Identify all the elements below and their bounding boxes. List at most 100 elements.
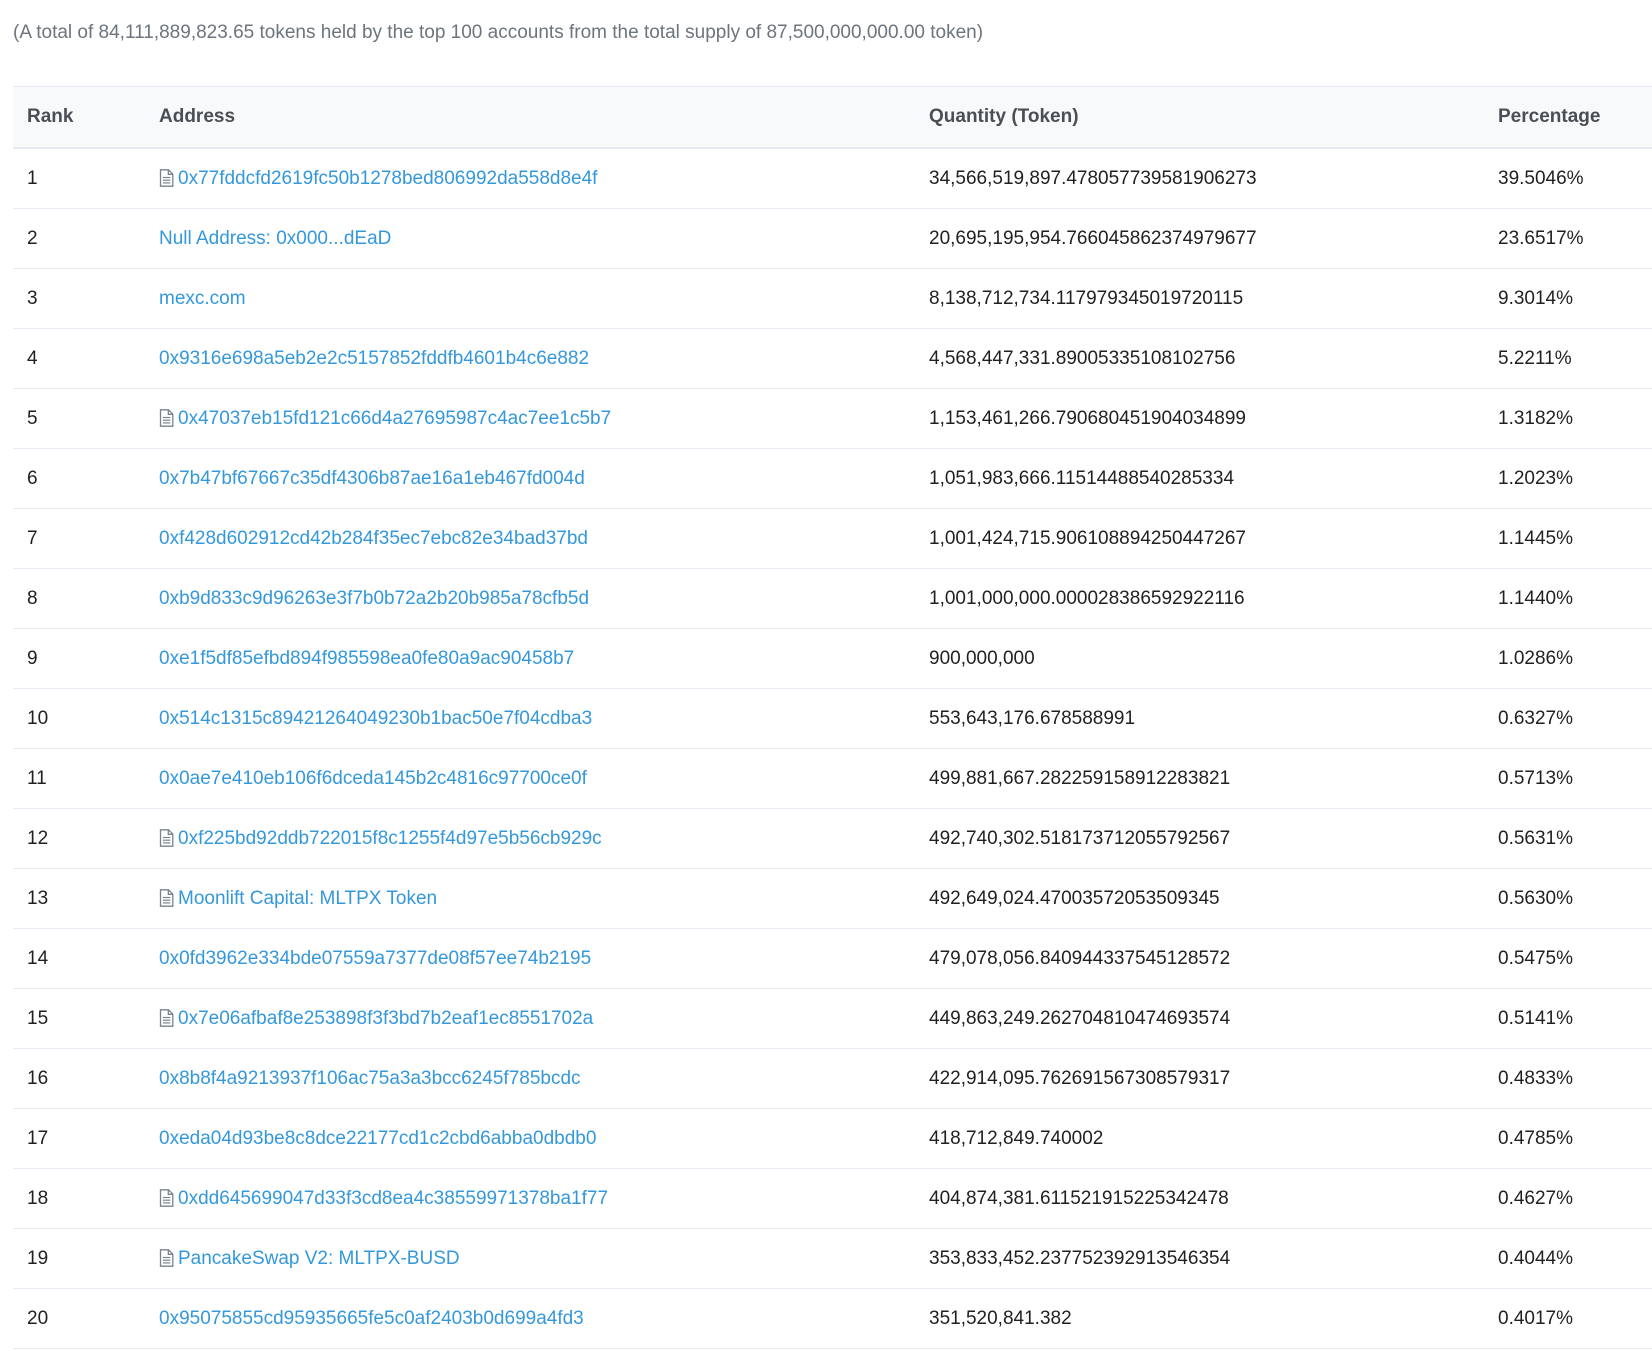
address-link[interactable]: 0x95075855cd95935665fe5c0af2403b0d699a4f… [159,1308,584,1329]
address-link[interactable]: Null Address: 0x000...dEaD [159,228,391,249]
address-cell: mexc.com [159,268,929,329]
table-row: 14 0x0fd3962e334bde07559a7377de08f57ee74… [13,928,1652,989]
address-cell: 0xe1f5df85efbd894f985598ea0fe80a9ac90458… [159,628,929,689]
table-row: 10 0x514c1315c89421264049230b1bac50e7f04… [13,688,1652,749]
address-link[interactable]: Moonlift Capital: MLTPX Token [178,888,437,909]
rank-cell: 19 [13,1228,159,1289]
quantity-value: 20,695,195,954.766045862374979677 [929,227,1257,249]
percentage-cell: 1.3182% [1498,388,1652,449]
address-link[interactable]: 0xe1f5df85efbd894f985598ea0fe80a9ac90458… [159,648,574,669]
percentage-cell: 1.1440% [1498,568,1652,629]
percentage-value: 0.6327% [1498,707,1574,729]
contract-file-icon [159,408,174,427]
percentage-value: 0.4044% [1498,1247,1574,1269]
rank-cell: 9 [13,628,159,689]
address-link[interactable]: 0x514c1315c89421264049230b1bac50e7f04cdb… [159,708,592,729]
percentage-cell: 0.5631% [1498,808,1652,869]
quantity-cell: 492,740,302.518173712055792567 [929,808,1498,869]
address-cell: 0x7b47bf67667c35df4306b87ae16a1eb467fd00… [159,448,929,509]
rank-value: 12 [27,827,49,849]
rank-cell: 6 [13,448,159,509]
percentage-value: 0.4785% [1498,1127,1574,1149]
quantity-cell: 4,568,447,331.89005335108102756 [929,328,1498,389]
rank-cell: 4 [13,328,159,389]
percentage-cell: 1.2023% [1498,448,1652,509]
rank-value: 18 [27,1187,49,1209]
table-row: 7 0xf428d602912cd42b284f35ec7ebc82e34bad… [13,508,1652,569]
percentage-value: 0.5713% [1498,767,1574,789]
quantity-value: 1,001,424,715.906108894250447267 [929,527,1246,549]
rank-cell: 16 [13,1048,159,1109]
percentage-value: 1.0286% [1498,647,1574,669]
percentage-value: 9.3014% [1498,287,1574,309]
quantity-value: 4,568,447,331.89005335108102756 [929,347,1236,369]
holders-summary: (A total of 84,111,889,823.65 tokens hel… [13,22,984,43]
quantity-cell: 479,078,056.840944337545128572 [929,928,1498,989]
rank-cell: 18 [13,1168,159,1229]
percentage-cell: 0.4833% [1498,1048,1652,1109]
percentage-cell: 0.4627% [1498,1168,1652,1229]
quantity-cell: 1,153,461,266.790680451904034899 [929,388,1498,449]
quantity-value: 479,078,056.840944337545128572 [929,947,1231,969]
address-link[interactable]: 0xdd645699047d33f3cd8ea4c38559971378ba1f… [178,1188,608,1209]
percentage-cell: 0.5475% [1498,928,1652,989]
address-link[interactable]: mexc.com [159,288,246,309]
quantity-value: 422,914,095.762691567308579317 [929,1067,1231,1089]
address-link[interactable]: 0x0fd3962e334bde07559a7377de08f57ee74b21… [159,948,591,969]
rank-cell: 11 [13,748,159,809]
address-link[interactable]: 0x77fddcfd2619fc50b1278bed806992da558d8e… [178,168,597,189]
address-cell: 0xeda04d93be8c8dce22177cd1c2cbd6abba0dbd… [159,1108,929,1169]
address-link[interactable]: 0x9316e698a5eb2e2c5157852fddfb4601b4c6e8… [159,348,589,369]
percentage-cell: 1.0286% [1498,628,1652,689]
quantity-cell: 449,863,249.262704810474693574 [929,988,1498,1049]
percentage-value: 23.6517% [1498,227,1584,249]
address-link[interactable]: 0x7b47bf67667c35df4306b87ae16a1eb467fd00… [159,468,585,489]
rank-cell: 17 [13,1108,159,1169]
rank-value: 7 [27,527,38,549]
table-row: 13 Moonlift Capital: MLTPX Token 492,649… [13,868,1652,929]
quantity-value: 492,740,302.518173712055792567 [929,827,1231,849]
address-cell: 0xdd645699047d33f3cd8ea4c38559971378ba1f… [159,1168,929,1229]
table-row: 18 0xdd645699047d33f3cd8ea4c38559971378b… [13,1168,1652,1229]
token-holders-table: Rank Address Quantity (Token) Percentage… [13,86,1652,1349]
address-link[interactable]: 0xf225bd92ddb722015f8c1255f4d97e5b56cb92… [178,828,602,849]
address-link[interactable]: 0x47037eb15fd121c66d4a27695987c4ac7ee1c5… [178,408,611,429]
address-link[interactable]: PancakeSwap V2: MLTPX-BUSD [178,1248,460,1269]
address-cell: 0x8b8f4a9213937f106ac75a3a3bcc6245f785bc… [159,1048,929,1109]
column-header-address: Address [159,106,236,127]
quantity-value: 34,566,519,897.478057739581906273 [929,167,1257,189]
quantity-cell: 34,566,519,897.478057739581906273 [929,148,1498,209]
table-row: 12 0xf225bd92ddb722015f8c1255f4d97e5b56c… [13,808,1652,869]
percentage-cell: 0.4044% [1498,1228,1652,1289]
percentage-cell: 5.2211% [1498,328,1652,389]
table-row: 1 0x77fddcfd2619fc50b1278bed806992da558d… [13,148,1652,209]
address-link[interactable]: 0xeda04d93be8c8dce22177cd1c2cbd6abba0dbd… [159,1128,596,1149]
address-link[interactable]: 0xb9d833c9d96263e3f7b0b72a2b20b985a78cfb… [159,588,589,609]
quantity-cell: 900,000,000 [929,628,1498,689]
table-header-row: Rank Address Quantity (Token) Percentage [13,86,1652,148]
rank-value: 5 [27,407,38,429]
rank-value: 6 [27,467,38,489]
address-cell: 0xb9d833c9d96263e3f7b0b72a2b20b985a78cfb… [159,568,929,629]
address-link[interactable]: 0x8b8f4a9213937f106ac75a3a3bcc6245f785bc… [159,1068,581,1089]
rank-value: 4 [27,347,38,369]
percentage-value: 0.5630% [1498,887,1574,909]
quantity-value: 1,051,983,666.11514488540285334 [929,467,1235,489]
percentage-cell: 0.4017% [1498,1288,1652,1349]
percentage-cell: 0.6327% [1498,688,1652,749]
rank-value: 8 [27,587,38,609]
rank-value: 1 [27,167,38,189]
table-row: 2 Null Address: 0x000...dEaD 20,695,195,… [13,208,1652,269]
address-link[interactable]: 0xf428d602912cd42b284f35ec7ebc82e34bad37… [159,528,588,549]
address-link[interactable]: 0x0ae7e410eb106f6dceda145b2c4816c97700ce… [159,768,587,789]
percentage-value: 1.3182% [1498,407,1574,429]
table-row: 3 mexc.com 8,138,712,734.117979345019720… [13,268,1652,329]
quantity-value: 8,138,712,734.117979345019720115 [929,287,1244,309]
quantity-cell: 553,643,176.678588991 [929,688,1498,749]
percentage-cell: 1.1445% [1498,508,1652,569]
quantity-cell: 8,138,712,734.117979345019720115 [929,268,1498,329]
column-header-rank: Rank [27,106,74,127]
address-cell: 0x0fd3962e334bde07559a7377de08f57ee74b21… [159,928,929,989]
address-link[interactable]: 0x7e06afbaf8e253898f3f3bd7b2eaf1ec855170… [178,1008,593,1029]
rank-cell: 20 [13,1288,159,1349]
